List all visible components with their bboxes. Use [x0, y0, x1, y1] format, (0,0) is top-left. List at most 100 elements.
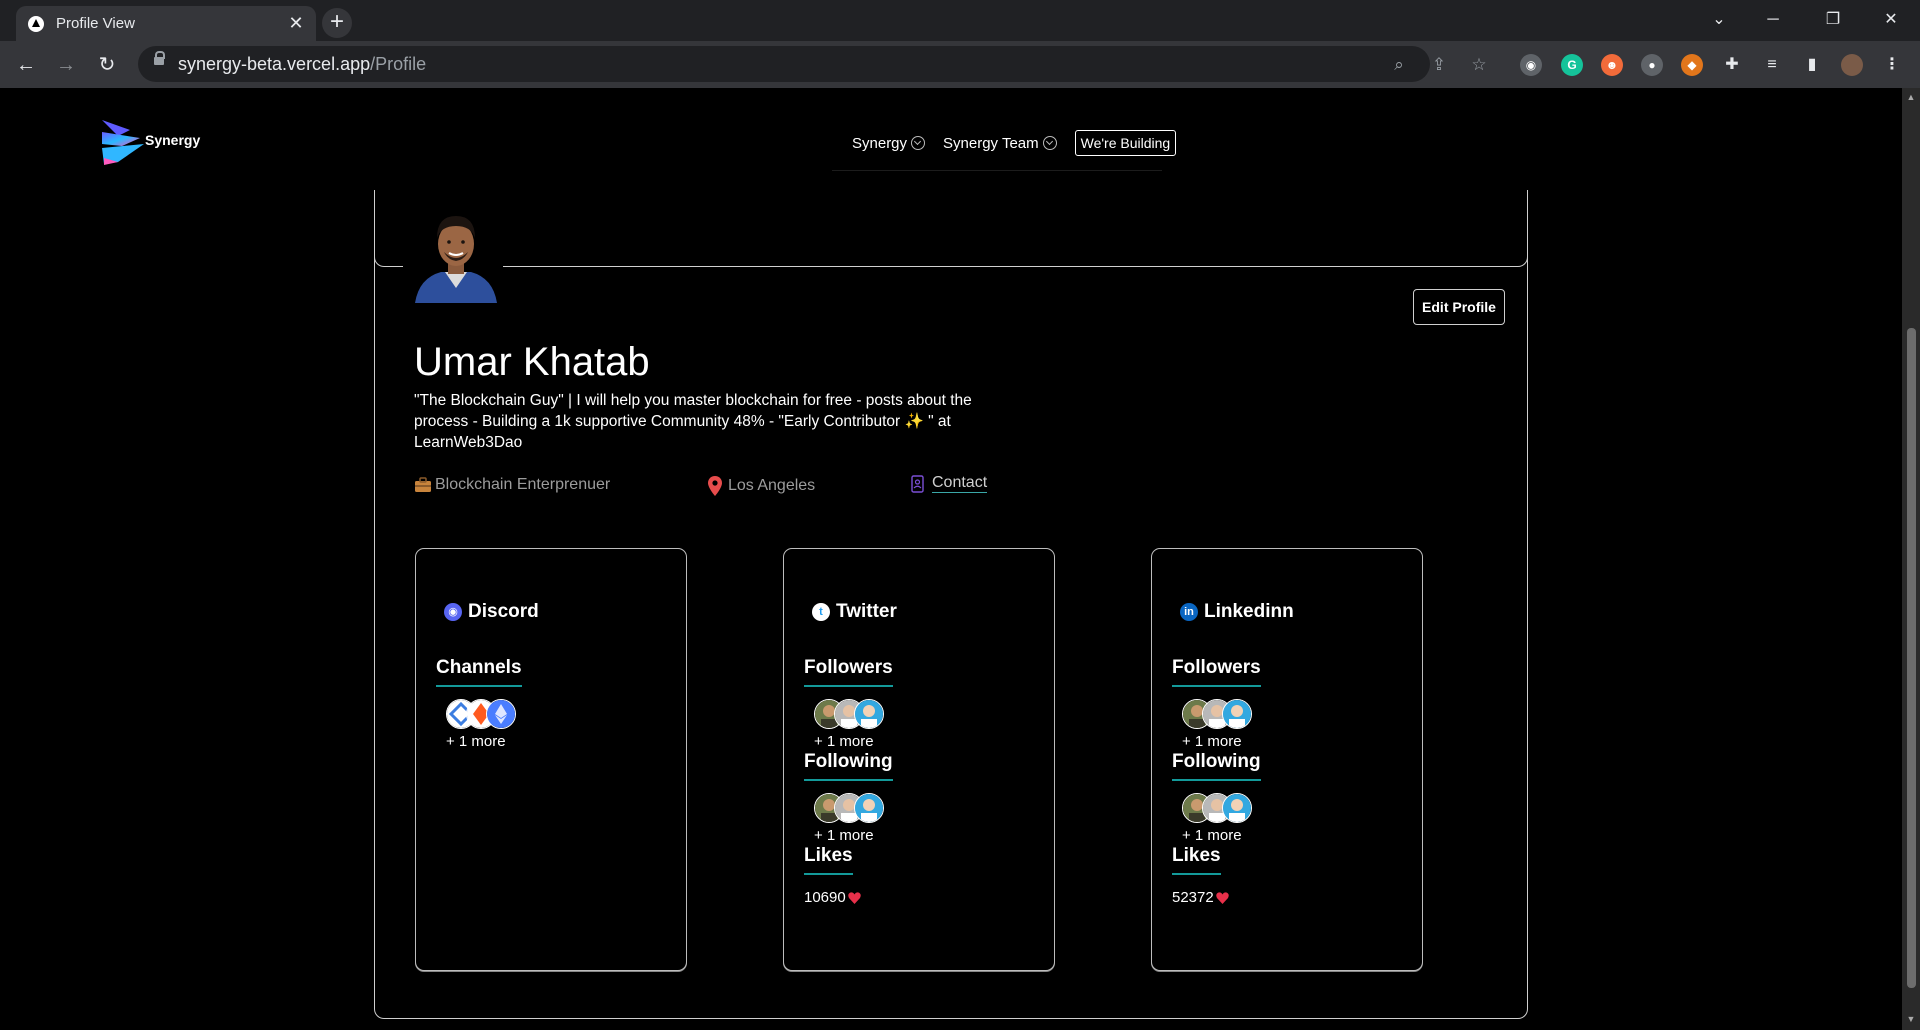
linkedin-likes: 52372: [1172, 889, 1229, 906]
browser-toolbar: ← → ↻ synergy-beta.vercel.app/Profile ⌕ …: [0, 41, 1920, 88]
we-are-building-button[interactable]: We're Building: [1074, 130, 1177, 156]
vercel-favicon-icon: [28, 15, 44, 32]
linkedin-followers-more[interactable]: + 1 more: [1182, 733, 1242, 750]
synergy-logo-icon[interactable]: [100, 118, 146, 166]
discord-header: ◉ Discord: [444, 601, 539, 623]
follower-avatar: [1222, 699, 1252, 729]
location: Los Angeles: [708, 476, 815, 496]
top-nav: Synergy Synergy Team We're Building: [852, 130, 1177, 156]
reload-icon[interactable]: ↻: [91, 49, 123, 81]
tab-strip: Profile View ✕ + ⌄ ─ ❐ ✕: [0, 0, 1920, 41]
twitter-follower-avatars[interactable]: [814, 699, 884, 729]
location-text: Los Angeles: [728, 477, 816, 494]
edit-profile-button[interactable]: Edit Profile: [1413, 289, 1505, 325]
following-avatar: [854, 793, 884, 823]
location-pin-icon: [708, 476, 722, 496]
nav-synergy-dropdown[interactable]: Synergy: [852, 135, 926, 152]
share-icon[interactable]: ⇪: [1428, 54, 1450, 76]
forward-icon[interactable]: →: [50, 49, 82, 81]
contact-link[interactable]: Contact: [911, 474, 988, 493]
contact-card-icon: [911, 474, 924, 493]
extensions-puzzle-icon[interactable]: ✚: [1721, 54, 1743, 76]
channels-title: Channels: [436, 657, 522, 687]
minimize-icon[interactable]: ─: [1750, 6, 1796, 34]
discord-card: ◉ Discord Channels + 1 more: [415, 548, 687, 971]
twitter-header: t Twitter: [812, 601, 897, 623]
twitter-likes-value: 10690: [804, 889, 846, 906]
twitter-following-title: Following: [804, 751, 893, 781]
twitter-likes-title: Likes: [804, 845, 853, 875]
browser-tab[interactable]: Profile View ✕: [16, 6, 316, 41]
nav-team-label: Synergy Team: [943, 134, 1039, 152]
url-text[interactable]: synergy-beta.vercel.app/Profile: [178, 54, 426, 75]
linkedin-likes-value: 52372: [1172, 889, 1214, 906]
linkedin-follower-avatars[interactable]: [1182, 699, 1252, 729]
scroll-down-icon[interactable]: ▼: [1906, 1014, 1916, 1024]
linkedin-header: in Linkedinn: [1180, 601, 1294, 623]
address-bar[interactable]: synergy-beta.vercel.app/Profile ⌕ ⇪ ☆: [138, 46, 1487, 82]
scroll-up-icon[interactable]: ▲: [1906, 92, 1916, 102]
twitter-following-more[interactable]: + 1 more: [814, 827, 874, 844]
channels-more[interactable]: + 1 more: [446, 733, 506, 750]
heart-icon: [1215, 891, 1229, 904]
nav-divider: [832, 170, 1162, 171]
linkedin-card: in Linkedinn Followers + 1 more Followin…: [1151, 548, 1423, 971]
twitter-icon: t: [812, 603, 830, 621]
following-avatar: [1222, 793, 1252, 823]
bookmark-star-icon[interactable]: ☆: [1468, 54, 1490, 76]
twitter-followers-more[interactable]: + 1 more: [814, 733, 874, 750]
linkedin-likes-title: Likes: [1172, 845, 1221, 875]
linkedin-title: Linkedinn: [1204, 601, 1294, 622]
follower-avatar: [854, 699, 884, 729]
page-scrollbar[interactable]: ▲ ▼: [1902, 88, 1920, 1030]
grammarly-icon[interactable]: G: [1561, 54, 1583, 76]
twitter-following-avatars[interactable]: [814, 793, 884, 823]
zoom-icon[interactable]: ⌕: [1388, 54, 1410, 76]
logo-text[interactable]: Synergy: [145, 132, 200, 148]
channel-avatar: [486, 699, 516, 729]
twitter-title: Twitter: [836, 601, 897, 622]
restore-icon[interactable]: ❐: [1810, 6, 1856, 34]
occupation-text: Blockchain Enterprenuer: [435, 476, 611, 493]
discord-icon: ◉: [444, 603, 462, 621]
extension-circle-icon[interactable]: ●: [1641, 54, 1663, 76]
page: Synergy Synergy Synergy Team We're Build…: [0, 88, 1902, 1030]
channel-avatars[interactable]: [446, 699, 516, 729]
browser-menu-icon[interactable]: ⋮: [1881, 54, 1903, 76]
linkedin-followers-title: Followers: [1172, 657, 1261, 687]
profile-avatar: [415, 216, 497, 303]
occupation: Blockchain Enterprenuer: [414, 476, 610, 494]
tab-search-icon[interactable]: ⌄: [1696, 6, 1742, 34]
extension-icon[interactable]: ◉: [1520, 54, 1542, 76]
extension-face-icon[interactable]: ☻: [1601, 54, 1623, 76]
tab-close-icon[interactable]: ✕: [284, 13, 308, 34]
chevron-down-icon: [911, 136, 926, 150]
twitter-likes: 10690: [804, 889, 861, 906]
new-tab-button[interactable]: +: [322, 8, 352, 38]
linkedin-following-more[interactable]: + 1 more: [1182, 827, 1242, 844]
window-close-icon[interactable]: ✕: [1868, 6, 1914, 34]
metamask-icon[interactable]: ◆: [1681, 54, 1703, 76]
scroll-thumb[interactable]: [1907, 328, 1916, 988]
linkedin-following-title: Following: [1172, 751, 1261, 781]
back-icon[interactable]: ←: [10, 49, 42, 81]
lock-icon: [154, 51, 165, 65]
profile-avatar-icon[interactable]: [1841, 54, 1863, 76]
heart-icon: [847, 891, 861, 904]
tab-title: Profile View: [56, 15, 135, 32]
profile-name: Umar Khatab: [414, 340, 650, 384]
twitter-followers-title: Followers: [804, 657, 893, 687]
side-panel-icon[interactable]: ▮: [1801, 54, 1823, 76]
browser-chrome: Profile View ✕ + ⌄ ─ ❐ ✕ ← → ↻ synergy-b…: [0, 0, 1920, 88]
profile-banner: [374, 190, 1528, 267]
nav-team-dropdown[interactable]: Synergy Team: [943, 135, 1057, 152]
linkedin-following-avatars[interactable]: [1182, 793, 1252, 823]
media-control-icon[interactable]: ≡: [1761, 54, 1783, 76]
contact-text[interactable]: Contact: [932, 474, 988, 493]
discord-title: Discord: [468, 601, 539, 622]
twitter-card: t Twitter Followers + 1 more Following +…: [783, 548, 1055, 971]
briefcase-icon: [415, 477, 431, 492]
chevron-down-icon: [1042, 136, 1057, 150]
profile-bio: "The Blockchain Guy" | I will help you m…: [414, 392, 972, 451]
linkedin-icon: in: [1180, 603, 1198, 621]
